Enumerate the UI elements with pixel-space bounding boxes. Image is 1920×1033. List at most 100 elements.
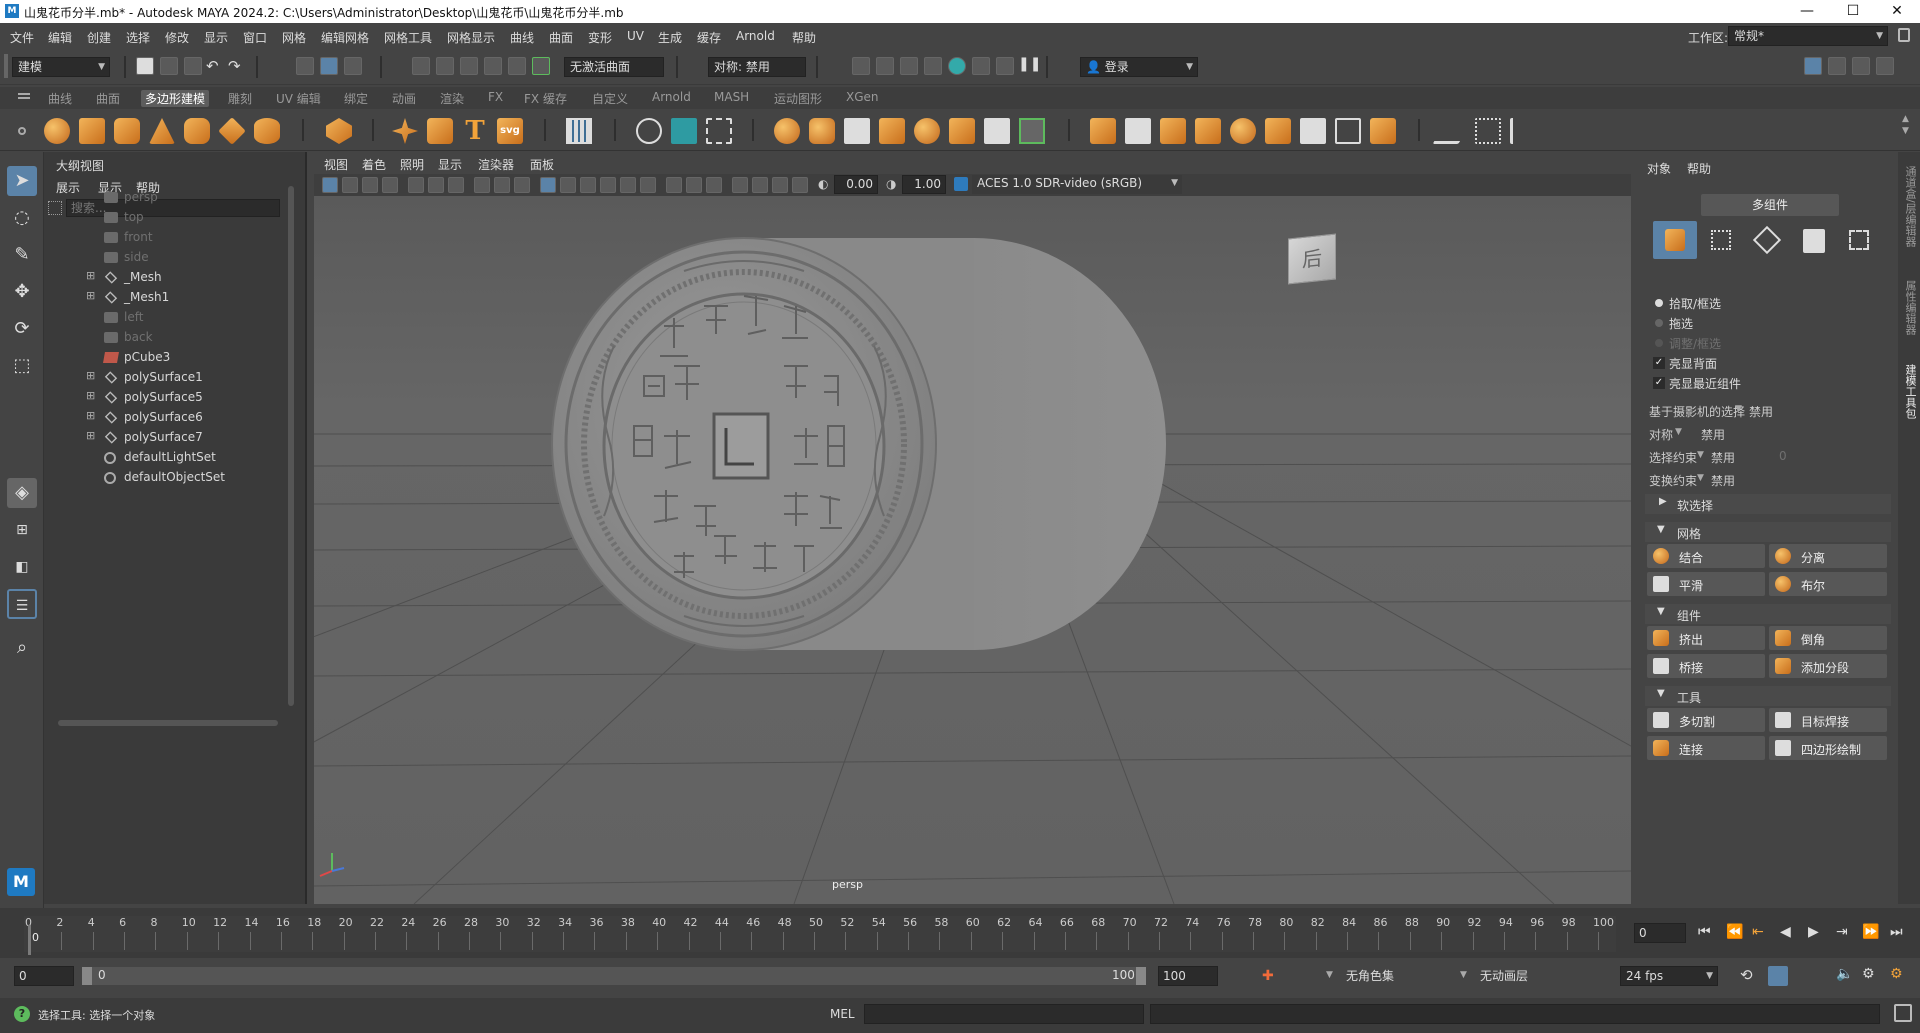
poly-helix-icon[interactable] — [427, 118, 453, 144]
expand-toggle-icon[interactable]: ⊞ — [86, 429, 95, 442]
screen-space-ao-icon[interactable] — [666, 177, 682, 193]
target-weld-button[interactable]: 目标焊接 — [1769, 708, 1887, 732]
mash-grid-icon[interactable] — [566, 118, 592, 144]
playback-options-icon[interactable]: ⚙ — [1862, 966, 1875, 982]
snap-surface-icon[interactable] — [508, 57, 526, 75]
range-end-handle[interactable] — [1136, 967, 1146, 985]
outliner-horizontal-scrollbar[interactable] — [58, 720, 278, 726]
render-setup-icon[interactable] — [972, 57, 990, 75]
outliner-layout-icon[interactable]: ☰ — [7, 589, 37, 619]
side-by-side-layout-icon[interactable]: ◧ — [7, 552, 37, 582]
play-backward-icon[interactable]: ◀ — [1780, 924, 1791, 940]
toggle-modeling-toolkit-icon[interactable] — [1804, 57, 1822, 75]
maya-home-icon[interactable]: M — [7, 868, 35, 896]
menu-file[interactable]: 文件 — [10, 29, 34, 46]
expand-toggle-icon[interactable]: ⊞ — [86, 289, 95, 302]
toggle-tool-settings-icon[interactable] — [1852, 57, 1870, 75]
close-button[interactable]: ✕ — [1874, 0, 1920, 23]
poly-plane-icon[interactable] — [218, 117, 246, 145]
login-dropdown[interactable]: 👤 登录 ▼ — [1080, 57, 1198, 77]
select-constraint-num[interactable]: 0 — [1779, 449, 1787, 463]
textured-icon[interactable] — [600, 177, 616, 193]
sound-icon[interactable]: 🔈 — [1836, 966, 1853, 982]
exposure-field[interactable]: 0.00 — [834, 175, 878, 194]
shelf-tab-uv-editing[interactable]: UV 编辑 — [276, 90, 321, 107]
tools-section-header[interactable]: ▼ 工具 — [1645, 686, 1891, 706]
search-icon[interactable]: ⌕ — [7, 633, 37, 663]
color-management-icon[interactable] — [954, 177, 968, 191]
menu-help[interactable]: 帮助 — [792, 29, 816, 46]
four-view-layout-icon[interactable]: ⊞ — [7, 515, 37, 545]
grid-toggle-icon[interactable] — [474, 177, 490, 193]
triangulate-icon[interactable] — [1335, 118, 1361, 144]
poly-cube-icon[interactable] — [79, 118, 105, 144]
viewport-panel[interactable]: 视图 着色 照明 显示 渲染器 面板 ◐ 0.00 ◑ 1.00 ACES 1.… — [314, 152, 1631, 904]
loop-icon[interactable]: ⟲ — [1740, 966, 1753, 984]
menuset-dropdown[interactable]: 建模 ▼ — [12, 57, 110, 77]
append-polygon-icon[interactable] — [1230, 118, 1256, 144]
viewport-menu-view[interactable]: 视图 — [324, 156, 348, 173]
render-current-icon[interactable] — [876, 57, 894, 75]
grip-handle[interactable] — [4, 54, 8, 78]
isolate-select-icon[interactable] — [732, 177, 748, 193]
outliner-item[interactable]: ⊞ polySurface5 — [64, 388, 304, 408]
boolean-icon[interactable] — [914, 118, 940, 144]
outliner-item[interactable]: back — [64, 328, 304, 348]
mesh-section-header[interactable]: ▼ 网格 — [1645, 522, 1891, 542]
menu-mesh[interactable]: 网格 — [282, 29, 306, 46]
shelf-tab-animation[interactable]: 动画 — [392, 90, 416, 107]
menu-mesh-display[interactable]: 网格显示 — [447, 29, 495, 46]
scene-canvas[interactable] — [314, 196, 1631, 904]
poly-torus-icon[interactable] — [184, 118, 210, 144]
multi-cut-icon[interactable] — [1432, 118, 1474, 144]
ipr-render-icon[interactable] — [900, 57, 918, 75]
menu-generate[interactable]: 生成 — [658, 29, 682, 46]
live-surface-field[interactable]: 无激活曲面 — [564, 57, 664, 77]
transform-constraint-value[interactable]: 禁用 — [1711, 472, 1735, 489]
gamma-field[interactable]: 1.00 — [902, 175, 946, 194]
character-set-value[interactable]: 无角色集 — [1346, 967, 1394, 984]
tab-attribute-editor[interactable]: 属性编辑器 — [1902, 280, 1918, 335]
separate-button[interactable]: 分离 — [1769, 544, 1887, 568]
menu-deform[interactable]: 变形 — [588, 29, 612, 46]
bevel-icon[interactable] — [1160, 118, 1186, 144]
radio-pick-marquee[interactable] — [1655, 299, 1663, 307]
shelf-tab-motion-graphics[interactable]: 运动图形 — [774, 90, 822, 107]
menu-modify[interactable]: 修改 — [165, 29, 189, 46]
hypershade-icon[interactable] — [948, 57, 966, 75]
range-start-handle[interactable] — [82, 967, 92, 985]
redo-icon[interactable]: ↷ — [228, 57, 241, 75]
xray-joints-icon[interactable] — [772, 177, 788, 193]
new-scene-icon[interactable] — [136, 57, 154, 75]
scale-tool-icon[interactable]: ⬚ — [7, 351, 37, 381]
shelf-tab-custom[interactable]: 自定义 — [592, 90, 628, 107]
shelf-tab-xgen[interactable]: XGen — [846, 90, 879, 104]
resolution-gate-icon[interactable] — [428, 177, 444, 193]
outliner-item[interactable]: side — [64, 248, 304, 268]
poke-icon[interactable] — [1265, 118, 1291, 144]
menu-display[interactable]: 显示 — [204, 29, 228, 46]
menu-create[interactable]: 创建 — [87, 29, 111, 46]
quad-draw-button[interactable]: 四边形绘制 — [1769, 736, 1887, 760]
expand-toggle-icon[interactable]: ⊞ — [86, 269, 95, 282]
object-mode-button[interactable] — [1653, 221, 1697, 259]
backface-culling-icon[interactable] — [792, 177, 808, 193]
combine-icon[interactable] — [774, 118, 800, 144]
safe-action-icon[interactable] — [494, 177, 510, 193]
tab-modeling-toolkit[interactable]: 建模工具包 — [1902, 364, 1918, 419]
menu-uv[interactable]: UV — [627, 29, 644, 43]
symmetrize-icon[interactable] — [1019, 118, 1045, 144]
minimize-button[interactable]: — — [1784, 0, 1830, 23]
shelf-scroll-arrows-icon[interactable]: ▲ ▼ — [1902, 113, 1909, 137]
select-camera-icon[interactable] — [322, 177, 338, 193]
shelf-tab-surfaces[interactable]: 曲面 — [96, 90, 120, 107]
script-language-label[interactable]: MEL — [830, 1007, 855, 1021]
film-gate-icon[interactable] — [408, 177, 424, 193]
undo-icon[interactable]: ↶ — [206, 57, 219, 75]
select-constraint-value[interactable]: 禁用 — [1711, 449, 1735, 466]
anti-aliasing-icon[interactable] — [706, 177, 722, 193]
radio-tweak-marquee[interactable] — [1655, 339, 1663, 347]
current-time-indicator[interactable] — [28, 925, 31, 955]
animation-prefs-icon[interactable]: ⚙ — [1890, 966, 1903, 982]
shelf-tab-fx[interactable]: FX — [488, 90, 503, 104]
